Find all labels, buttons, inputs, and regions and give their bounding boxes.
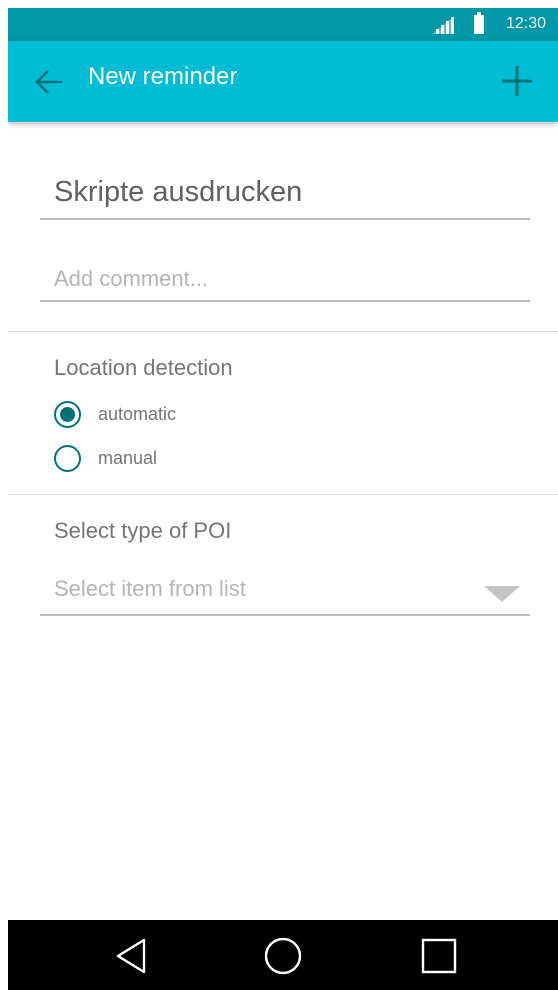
reminder-title-input[interactable] [40, 166, 530, 220]
radio-label-manual: manual [98, 447, 158, 468]
radio-manual[interactable]: manual [54, 442, 157, 474]
navigation-bar [8, 920, 558, 990]
plus-icon[interactable] [500, 64, 534, 98]
poi-type-label: Select type of POI [54, 518, 232, 543]
divider [8, 331, 558, 332]
app-screen: 12:30 New reminder Location detection au… [8, 8, 558, 990]
poi-type-select[interactable]: Select item from list [40, 570, 530, 616]
radio-automatic[interactable]: automatic [54, 398, 176, 430]
poi-select-placeholder: Select item from list [54, 576, 246, 601]
divider [8, 494, 558, 495]
location-detection-label: Location detection [54, 355, 233, 380]
app-bar: New reminder [8, 41, 558, 122]
nav-back-icon[interactable] [112, 936, 152, 976]
radio-checked-icon[interactable] [54, 400, 81, 428]
status-time: 12:30 [505, 15, 546, 32]
page-title: New reminder [88, 63, 238, 90]
triangle-down-icon[interactable] [484, 586, 520, 602]
status-bar: 12:30 [8, 8, 558, 41]
radio-unchecked-icon[interactable] [54, 444, 81, 472]
radio-label-automatic: automatic [98, 403, 177, 424]
arrow-back-icon[interactable] [34, 67, 64, 97]
nav-recents-icon[interactable] [419, 936, 459, 976]
comment-input[interactable] [40, 258, 530, 302]
signal-icon [432, 16, 454, 34]
nav-home-icon[interactable] [263, 936, 303, 976]
battery-icon [474, 12, 484, 34]
